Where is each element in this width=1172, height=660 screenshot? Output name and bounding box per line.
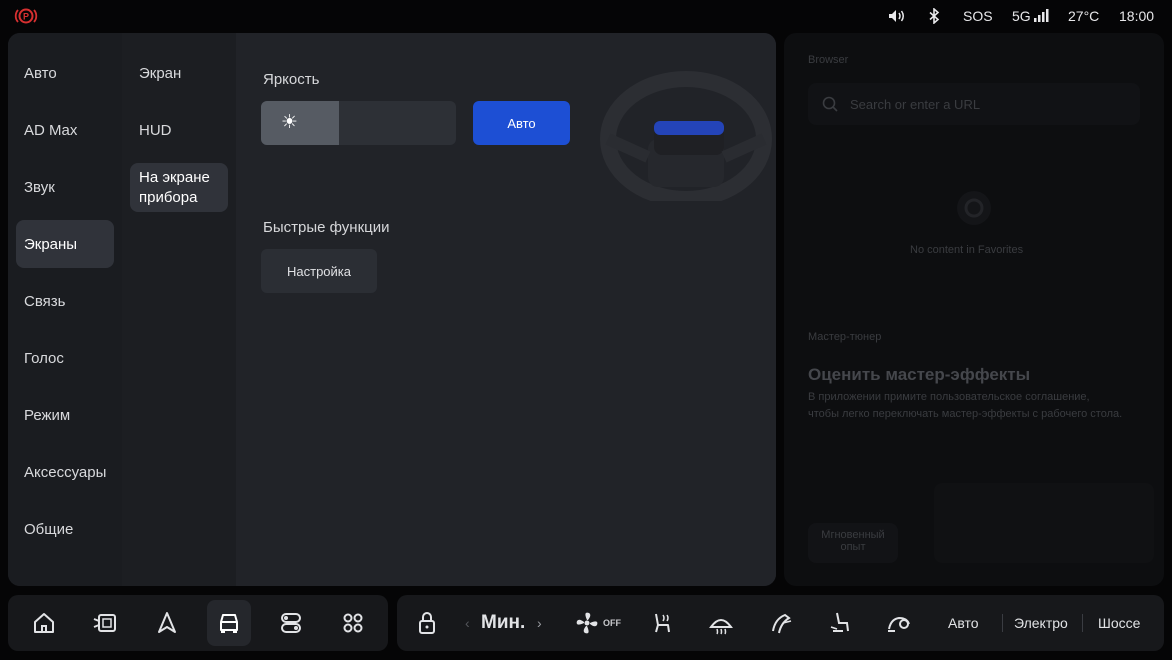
fan-increase-button[interactable]: › (537, 595, 542, 651)
sidebar-item-mode[interactable]: Режим (16, 391, 114, 439)
settings-panel: Авто AD Max Звук Экраны Связь Голос Режи… (8, 33, 776, 586)
tuner-preview-image (934, 483, 1154, 563)
sidebar-item-accessories[interactable]: Аксессуары (16, 448, 114, 496)
sidebar-item-label: AD Max (24, 121, 78, 139)
brightness-slider-fill (261, 101, 339, 145)
subnav-item-label: HUD (139, 121, 172, 139)
subnav-item-instrument-display[interactable]: На экране прибора (130, 163, 228, 212)
sidebar-item-screens[interactable]: Экраны (16, 220, 114, 268)
volume-icon[interactable] (888, 9, 906, 23)
fan-decrease-button[interactable]: ‹ (465, 595, 470, 651)
tuner-description-line-2: чтобы легко переключать мастер-эффекты с… (808, 408, 1123, 420)
temperature-label: 27°C (1068, 8, 1100, 24)
navigation-icon[interactable] (153, 609, 181, 637)
subnav-item-hud[interactable]: HUD (130, 106, 228, 154)
dock-apps (8, 595, 388, 651)
auto-brightness-button[interactable]: Авто (473, 101, 570, 145)
network-label: 5G (1012, 8, 1031, 24)
browser-search-bar[interactable]: Search or enter a URL (808, 83, 1140, 125)
car-tab[interactable] (207, 600, 251, 646)
sidebar-item-label: Голос (24, 349, 64, 367)
seat-heating-icon[interactable] (647, 609, 675, 637)
car-icon (215, 609, 243, 637)
tuner-label: Мастер-тюнер (808, 331, 882, 343)
sidebar-item-label: Связь (24, 292, 66, 310)
mode-divider (1082, 614, 1083, 632)
brightness-title: Яркость (263, 71, 320, 88)
search-input[interactable]: Search or enter a URL (850, 97, 980, 112)
drive-mode-auto[interactable]: Авто (948, 595, 979, 651)
toggles-icon[interactable] (277, 609, 305, 637)
phone-icon[interactable] (91, 609, 119, 637)
fan-off-label: OFF (603, 618, 621, 628)
settings-subnav: Экран HUD На экране прибора (122, 33, 236, 586)
quick-functions-title: Быстрые функции (263, 219, 390, 236)
sidebar-item-label: Звук (24, 178, 55, 196)
recirculation-icon[interactable] (885, 609, 913, 637)
brightness-slider[interactable]: ☀ (261, 101, 456, 145)
sidebar-item-general[interactable]: Общие (16, 505, 114, 553)
status-bar: P SOS 5G 27°C 18:00 (0, 0, 1172, 32)
subnav-item-label: На экране прибора (139, 168, 210, 206)
parking-brake-icon: P (14, 7, 38, 25)
clock: 18:00 (1119, 8, 1155, 24)
search-icon (822, 96, 838, 112)
sun-icon: ☀ (281, 112, 299, 133)
sidebar-item-voice[interactable]: Голос (16, 334, 114, 382)
subnav-item-screen[interactable]: Экран (130, 49, 228, 97)
sidebar-item-label: Аксессуары (24, 463, 107, 481)
settings-content: Яркость ☀ Авто Быстрые функции Настройка (236, 33, 776, 586)
drive-mode-electric[interactable]: Электро (1014, 595, 1068, 651)
sidebar-item-sound[interactable]: Звук (16, 163, 114, 211)
browser-panel: Browser Search or enter a URL No content… (784, 33, 1164, 586)
steering-wheel-illustration (596, 69, 772, 201)
setup-button[interactable]: Настройка (261, 249, 377, 293)
sidebar-item-label: Экраны (24, 235, 78, 253)
instant-label-line-2: опыт (840, 541, 866, 553)
settings-sidebar: Авто AD Max Звук Экраны Связь Голос Режи… (8, 33, 122, 586)
sidebar-item-connection[interactable]: Связь (16, 277, 114, 325)
fan-icon[interactable] (573, 609, 601, 637)
favorites-icon (954, 188, 994, 228)
sidebar-item-label: Режим (24, 406, 71, 424)
instant-label-line-1: Мгновенный (821, 529, 885, 541)
sidebar-item-ad-max[interactable]: AD Max (16, 106, 114, 154)
subnav-item-label: Экран (139, 64, 182, 82)
tuner-description-line-1: В приложении примите пользовательское со… (808, 391, 1090, 403)
sidebar-item-auto[interactable]: Авто (16, 49, 114, 97)
favorites-empty-text: No content in Favorites (910, 244, 1024, 256)
fan-speed-value: Мин. (481, 612, 526, 633)
mode-divider (1002, 614, 1003, 632)
sos-label[interactable]: SOS (963, 8, 993, 24)
dock-climate: ‹ Мин. › OFF Авто Электро Шоссе (397, 595, 1164, 651)
drive-mode-highway[interactable]: Шоссе (1098, 595, 1140, 651)
browser-title: Browser (808, 54, 849, 66)
apps-grid-icon[interactable] (339, 609, 367, 637)
tuner-heading: Оценить мастер-эффекты (808, 365, 1031, 384)
svg-text:P: P (23, 12, 29, 22)
instant-experience-button[interactable]: Мгновенный опыт (808, 523, 898, 563)
lock-icon[interactable] (413, 609, 441, 637)
front-defrost-icon[interactable] (707, 609, 735, 637)
signal-icon (1033, 9, 1051, 22)
sidebar-item-label: Общие (24, 520, 74, 538)
home-icon[interactable] (30, 609, 58, 637)
air-to-feet-icon[interactable] (827, 609, 855, 637)
air-to-face-icon[interactable] (767, 609, 795, 637)
bluetooth-icon[interactable] (928, 8, 940, 24)
sidebar-item-label: Авто (24, 64, 57, 82)
